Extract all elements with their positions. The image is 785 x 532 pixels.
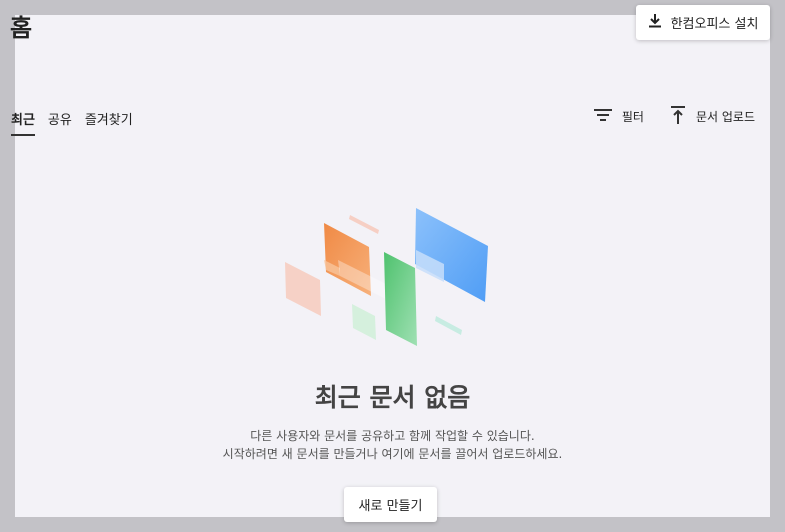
create-new-button[interactable]: 새로 만들기 (344, 487, 437, 522)
upload-label: 문서 업로드 (695, 110, 755, 124)
empty-state-line-2: 시작하려면 새 문서를 만들거나 여기에 문서를 끌어서 업로드하세요. (222, 447, 563, 461)
tab-recent[interactable]: 최근 (11, 109, 35, 136)
empty-state-title: 최근 문서 없음 (314, 383, 471, 412)
empty-state-line-1: 다른 사용자와 문서를 공유하고 함께 작업할 수 있습니다. (250, 429, 535, 443)
upload-document-button[interactable]: 문서 업로드 (670, 105, 755, 128)
tab-favorites[interactable]: 즐겨찾기 (85, 109, 133, 136)
download-icon (648, 13, 662, 32)
filter-label: 필터 (621, 110, 644, 124)
install-hancom-button[interactable]: 한컴오피스 설치 (636, 5, 770, 40)
tab-shared[interactable]: 공유 (48, 109, 72, 136)
upload-icon (670, 105, 686, 128)
filter-button[interactable]: 필터 (593, 108, 644, 125)
tab-bar: 최근 공유 즐겨찾기 (11, 109, 133, 136)
install-label: 한컴오피스 설치 (670, 17, 759, 32)
empty-state-description: 다른 사용자와 문서를 공유하고 함께 작업할 수 있습니다. 시작하려면 새 … (0, 427, 785, 463)
toolbar: 필터 문서 업로드 (593, 105, 755, 128)
page-title: 홈 (10, 14, 33, 42)
empty-illustration (278, 200, 498, 354)
filter-icon (593, 108, 612, 125)
